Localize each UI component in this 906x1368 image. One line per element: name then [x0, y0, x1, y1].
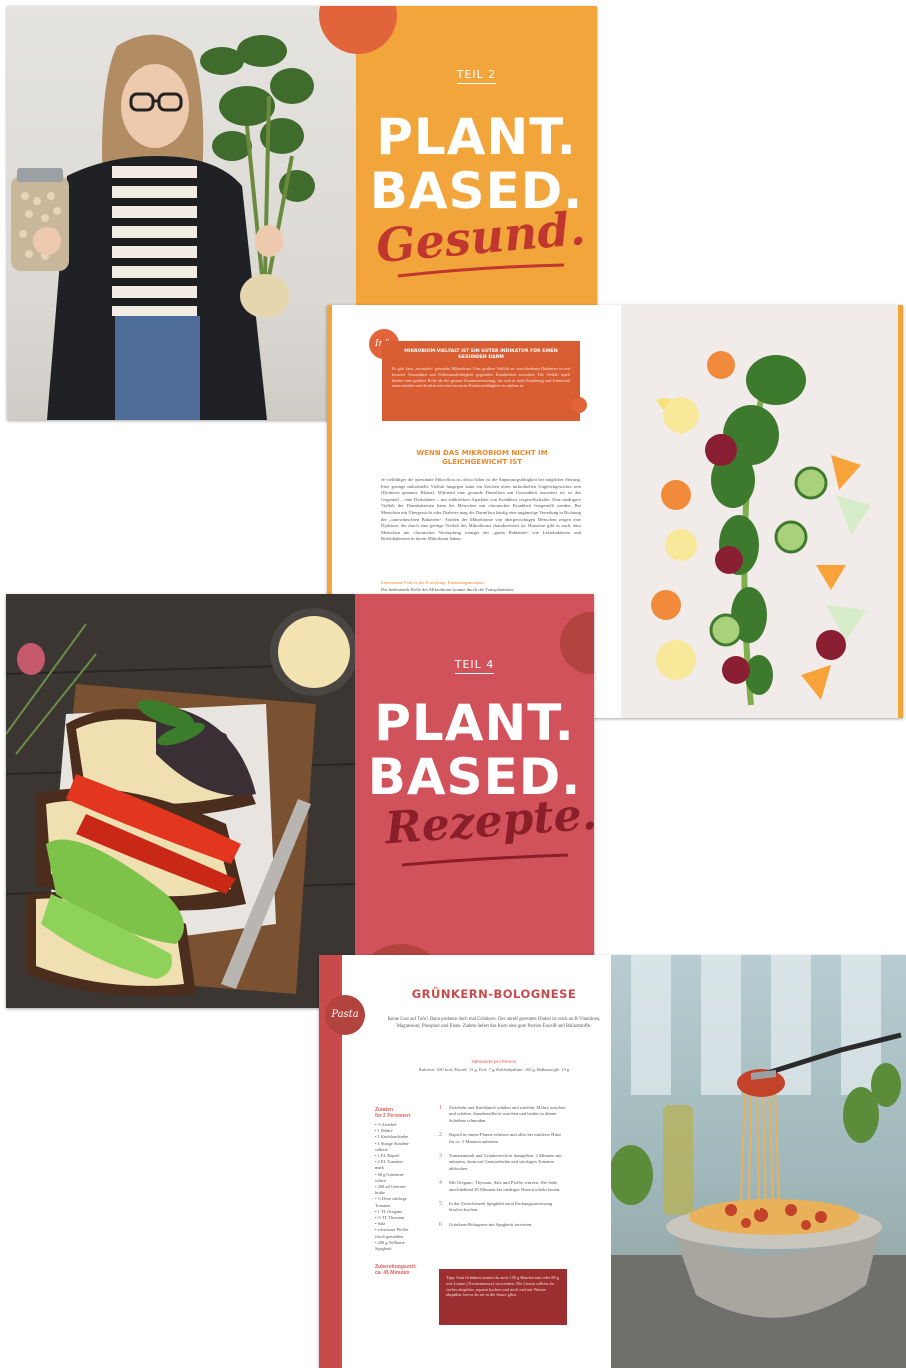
ingredients-label-persons: für 2 Personen:	[375, 1113, 412, 1119]
title-line-1: PLANT.	[374, 694, 575, 752]
step-item: 6 Grünkern-Bolognese mit Spaghetti servie…	[439, 1222, 567, 1228]
step-text: Tomatenmark und Grünkernschrot dazugeben…	[449, 1153, 562, 1171]
step-number: 4	[439, 1180, 442, 1187]
prep-time-value: ca. 45 Minuten	[375, 1270, 410, 1277]
step-number: 5	[439, 1201, 442, 1208]
body-last-line: Die bedeutende Rolle des Mikrobioms konn…	[381, 587, 514, 592]
spaghetti-illustration	[611, 955, 906, 1368]
step-text: In der Zwischenzeit Spaghetti nach Packu…	[449, 1201, 553, 1213]
photo-spaghetti-bowl	[611, 955, 906, 1368]
step-item: 5 In der Zwischenzeit Spaghetti nach Pack…	[439, 1201, 567, 1214]
ingredients-column: Zutaten für 2 Personen: • ½ Zwiebel • 1 M…	[375, 1107, 437, 1276]
part-label: TEIL 2	[356, 68, 597, 84]
step-text: Zwiebeln und Knoblauch schälen und würfe…	[449, 1105, 566, 1123]
recipe-title: GRÜNKERN-BOLOGNESE	[411, 987, 577, 1001]
tip-text: Tipp: Statt Grünkern kannst du auch 150 …	[446, 1275, 559, 1298]
nutrition-label: Nährwerte pro Person	[471, 1059, 517, 1064]
step-item: 2 Rapsöl in einem Pfanne erhitzen und all…	[439, 1132, 567, 1145]
photo-open-sandwiches	[6, 594, 355, 1008]
category-badge: Pasta	[325, 995, 365, 1035]
steps-list: 1 Zwiebeln und Knoblauch schälen und würf…	[439, 1105, 567, 1228]
highlight-line: Interessante Fakt zu der Forschung: Ernä…	[381, 580, 484, 585]
info-box-text: Es gibt kein „normales“ gesundes Mikrobi…	[392, 366, 570, 389]
right-orange-edge	[898, 305, 903, 718]
woman-illustration	[11, 34, 315, 420]
info-box: MIKROBIOM-VIELFALT IST EIN GUTER INDIKAT…	[382, 341, 580, 421]
part-label: TEIL 4	[355, 658, 594, 674]
section-title: WENN DAS MIKROBIOM NICHT IM GLEICHGEWICH…	[416, 449, 548, 466]
category-label: Pasta	[331, 1009, 359, 1020]
step-text: Rapsöl in einem Pfanne erhitzen und alle…	[449, 1132, 562, 1144]
tip-box: Tipp: Statt Grünkern kannst du auch 150 …	[439, 1269, 567, 1325]
info-box-title: MIKROBIOM-VIELFALT IST EIN GUTER INDIKAT…	[404, 349, 558, 360]
spread-plant-based-rezepte: TEIL 4 PLANT. BASED. Rezepte.	[6, 594, 594, 1008]
step-item: 1 Zwiebeln und Knoblauch schälen und würf…	[439, 1105, 567, 1124]
nutrition-values: Kalorien: 550 kcal, Eiweiß: 15 g, Fett: …	[418, 1067, 570, 1072]
step-number: 3	[439, 1153, 442, 1160]
title-line-1: PLANT.	[376, 108, 577, 166]
step-item: 4 Mit Oregano, Thymian, Salz und Pfeffer …	[439, 1180, 567, 1193]
steps-column: 1 Zwiebeln und Knoblauch schälen und würf…	[439, 1105, 567, 1236]
step-number: 6	[439, 1221, 442, 1228]
vegetables-illustration	[651, 351, 871, 706]
script-underline	[397, 263, 565, 278]
script-underline	[401, 853, 569, 867]
recipe-intro: Keine Lust auf Tofu? Dann probiere doch …	[387, 1017, 601, 1029]
info-box-circle	[571, 397, 587, 413]
spread-recipe-gruenkern-bolognese: Pasta GRÜNKERN-BOLOGNESE Keine Lust auf …	[319, 955, 906, 1368]
step-text: Mit Oregano, Thymian, Salz und Pfeffer w…	[449, 1180, 561, 1192]
step-number: 1	[439, 1105, 442, 1111]
sandwiches-illustration	[6, 608, 355, 997]
photo-vegetables	[621, 305, 898, 718]
step-text: Grünkern-Bolognese mit Spaghetti servier…	[449, 1221, 533, 1227]
ingredient-item: Spaghetti	[375, 1246, 392, 1252]
body-text: Je vielfältiger die intestinale Mikroflo…	[381, 477, 581, 542]
ingredients-list: • ½ Zwiebel • 1 Möhre • 1 Knoblauchzehe • 1…	[375, 1122, 437, 1252]
step-item: 3 Tomatenmark und Grünkernschrot dazugebe…	[439, 1153, 567, 1172]
photo-woman-with-celery	[7, 6, 356, 420]
step-number: 2	[439, 1132, 442, 1139]
